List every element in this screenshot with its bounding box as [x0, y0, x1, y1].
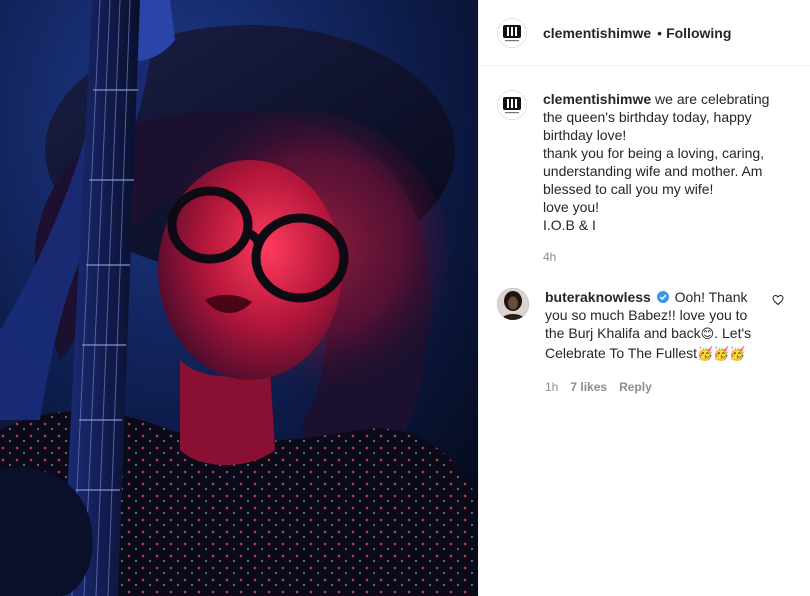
- km-logo-icon: [503, 24, 521, 41]
- comment-meta: 1h 7 likes Reply: [545, 378, 759, 396]
- comment-body: buteraknowless Ooh! Thank you so much Ba…: [545, 288, 759, 396]
- commenter-username-link[interactable]: buteraknowless: [545, 289, 651, 305]
- commenter-avatar-image: [497, 288, 529, 320]
- comment-timestamp[interactable]: 1h: [545, 378, 558, 396]
- post-side-panel: clementishimwe • Following clementishimw…: [478, 0, 810, 596]
- caption-text-line-3: love you!: [543, 199, 600, 215]
- caption-timestamp[interactable]: 4h: [543, 248, 773, 266]
- post-header: clementishimwe • Following: [479, 0, 810, 66]
- author-avatar[interactable]: [497, 17, 527, 48]
- portrait-photo-image: [0, 0, 478, 596]
- caption-author-avatar[interactable]: [497, 90, 527, 120]
- smile-emoji: 😊: [700, 327, 715, 342]
- commenter-avatar[interactable]: [497, 288, 529, 320]
- party-emoji: 🥳🥳🥳: [697, 347, 746, 362]
- caption-text-line-2: thank you for being a loving, caring, un…: [543, 145, 765, 197]
- following-button[interactable]: Following: [666, 25, 731, 41]
- verified-badge-icon: [656, 291, 669, 303]
- comment-item: buteraknowless Ooh! Thank you so much Ba…: [479, 266, 810, 396]
- comment-likes-link[interactable]: 7 likes: [570, 378, 607, 396]
- comment-reply-button[interactable]: Reply: [619, 378, 652, 396]
- post-caption: clementishimwe we are celebrating the qu…: [479, 66, 810, 266]
- caption-username-link[interactable]: clementishimwe: [543, 91, 651, 107]
- caption-body: clementishimwe we are celebrating the qu…: [543, 90, 773, 266]
- post-photo[interactable]: [0, 0, 478, 596]
- author-username-link[interactable]: clementishimwe: [543, 25, 651, 41]
- caption-text-line-4: I.O.B & I: [543, 217, 596, 233]
- km-logo-icon: [503, 97, 521, 114]
- header-separator: •: [657, 24, 663, 41]
- post-dialog: clementishimwe • Following clementishimw…: [0, 0, 810, 596]
- heart-icon[interactable]: [772, 294, 784, 306]
